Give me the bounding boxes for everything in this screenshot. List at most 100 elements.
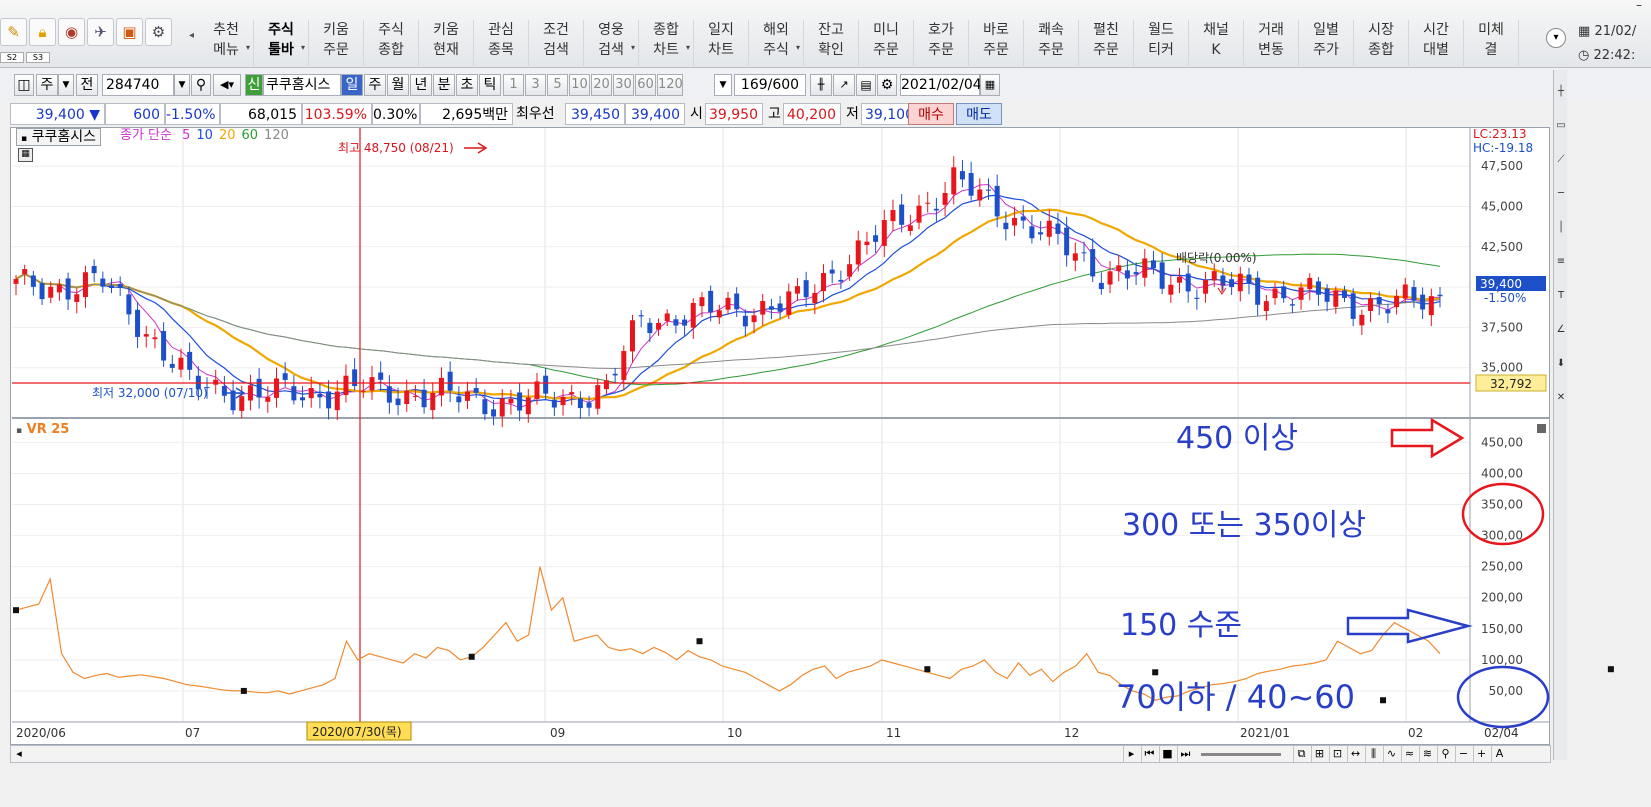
count-input[interactable]: 169/600 (734, 74, 806, 96)
wave3-icon[interactable]: ≋ (1419, 746, 1435, 762)
delete-tool-icon[interactable]: ✕ (1554, 386, 1568, 410)
interval-button-4[interactable]: 20 (591, 74, 612, 96)
period-button-4[interactable]: 분 (433, 74, 455, 96)
lock-icon[interactable]: 🔒︎ (29, 18, 56, 46)
bars-icon[interactable]: ⫼ (1365, 746, 1381, 762)
zoom-search-icon[interactable]: ⚲ (1437, 746, 1453, 762)
text-tool-icon[interactable]: T (1554, 284, 1568, 308)
play-icon[interactable]: ▸ (1123, 746, 1139, 762)
trend-tool-icon[interactable]: ⟋ (1554, 148, 1568, 172)
sell-button[interactable]: 매도 (956, 103, 1002, 125)
vline-tool-icon[interactable]: │ (1554, 216, 1568, 240)
settings-icon[interactable]: ⚙ (877, 74, 897, 96)
menu-item-6[interactable]: 조건 검색 (529, 20, 584, 66)
stop-icon[interactable]: ■ (1159, 746, 1175, 762)
code-dropdown-icon[interactable]: ▼ (174, 74, 190, 96)
zoom-tool-icon[interactable]: ▭ (1554, 114, 1568, 138)
hline-tool-icon[interactable]: ─ (1554, 182, 1568, 206)
mode-dropdown-icon[interactable]: ▼ (58, 74, 74, 96)
period-button-1[interactable]: 주 (364, 74, 386, 96)
compare-icon[interactable]: ⧉ (1293, 746, 1309, 762)
chart-scrollbar[interactable]: ◂ ▸ ⏮ ■ ⏭ ⧉ ⊞ ⊡ ↔ ⫼ ∿ ≈ ≋ ⚲ − + A (10, 745, 1551, 763)
menu-item-23[interactable]: 미체 결 (1464, 20, 1519, 66)
period-button-3[interactable]: 년 (410, 74, 432, 96)
scroll-left-icon[interactable]: ◂ (11, 746, 27, 762)
chart-area[interactable] (10, 127, 1550, 745)
interval-button-1[interactable]: 3 (525, 74, 546, 96)
period-button-5[interactable]: 초 (456, 74, 478, 96)
fib-tool-icon[interactable]: ≡ (1554, 250, 1568, 274)
zoom-out-icon[interactable]: − (1455, 746, 1471, 762)
menu-item-4[interactable]: 키움 현재 (419, 20, 474, 66)
interval-button-6[interactable]: 60 (635, 74, 656, 96)
menu-scroll-left-icon[interactable]: ◂ (189, 30, 194, 41)
date-input[interactable]: 2021/02/04 (900, 74, 982, 96)
candle-style-icon[interactable]: ╫ (810, 74, 832, 96)
interval-button-2[interactable]: 5 (547, 74, 568, 96)
ma-period-3[interactable]: 60 (242, 128, 259, 143)
sound-icon[interactable]: ◀▾ (213, 74, 241, 96)
zoom-slider[interactable] (1201, 753, 1281, 756)
minimize-button[interactable]: – (1628, 0, 1650, 14)
interval-button-7[interactable]: 120 (657, 74, 683, 96)
interval-button-3[interactable]: 10 (569, 74, 590, 96)
ma-period-1[interactable]: 10 (196, 128, 213, 143)
save-icon[interactable]: ▤ (856, 74, 876, 96)
split-icon[interactable]: ⊞ (1311, 746, 1327, 762)
menu-item-17[interactable]: 월드 티커 (1134, 20, 1189, 66)
pin-icon[interactable]: ✈ (87, 18, 114, 46)
ma-legend[interactable]: 종가 단순 5 10 20 60 120 (120, 128, 295, 144)
pencil-icon[interactable]: ✎ (0, 18, 27, 46)
count-select[interactable]: ▼ (714, 74, 732, 96)
menu-more-icon[interactable]: ▾ (1546, 28, 1566, 48)
menu-item-11[interactable]: 잔고 확인 (804, 20, 859, 66)
indicator-icon[interactable]: ↗ (833, 74, 855, 96)
menu-item-1[interactable]: 주식 툴바 ▾ (254, 20, 309, 66)
market-select[interactable]: 전 (76, 74, 98, 96)
arrow-tool-icon[interactable]: ⬇ (1554, 352, 1568, 376)
menu-item-2[interactable]: 키움 주문 (309, 20, 364, 66)
menu-item-16[interactable]: 펼친 주문 (1079, 20, 1134, 66)
crosshair-tool-icon[interactable]: ┼ (1554, 80, 1568, 104)
mode-select[interactable]: 주 (36, 74, 58, 96)
period-button-6[interactable]: 틱 (479, 74, 501, 96)
menu-item-0[interactable]: 추천 메뉴 ▾ (199, 20, 254, 66)
menu-item-20[interactable]: 일별 주가 (1299, 20, 1354, 66)
menu-item-22[interactable]: 시간 대별 (1409, 20, 1464, 66)
gear-icon[interactable]: ⚙ (145, 18, 172, 46)
ma-period-2[interactable]: 20 (219, 128, 236, 143)
menu-item-19[interactable]: 거래 변동 (1244, 20, 1299, 66)
menu-item-13[interactable]: 호가 주문 (914, 20, 969, 66)
menu-item-21[interactable]: 시장 종합 (1354, 20, 1409, 66)
grid-toggle-icon[interactable]: ▦ (18, 148, 33, 162)
menu-item-12[interactable]: 미니 주문 (859, 20, 914, 66)
layout-icon[interactable]: ◫ (14, 74, 34, 96)
menu-item-7[interactable]: 영웅 검색 ▾ (584, 20, 639, 66)
fit-icon[interactable]: ↔ (1347, 746, 1363, 762)
measure-icon[interactable]: ⊡ (1329, 746, 1345, 762)
search-icon[interactable]: ⚲ (191, 74, 211, 96)
stock-code-input[interactable]: 284740 (102, 74, 174, 96)
camera-icon[interactable]: ◉ (58, 18, 85, 46)
presentation-icon[interactable]: ▣ (116, 18, 143, 46)
font-size-icon[interactable]: A (1491, 746, 1507, 762)
menu-item-14[interactable]: 바로 주문 (969, 20, 1024, 66)
rewind-icon[interactable]: ⏮ (1141, 746, 1157, 762)
menu-item-10[interactable]: 해외 주식 ▾ (749, 20, 804, 66)
angle-tool-icon[interactable]: ∠ (1554, 318, 1568, 342)
vr-legend[interactable]: ▪ VR 25 (16, 422, 69, 437)
mini-tab-s2[interactable]: S2 (0, 52, 24, 63)
stock-legend[interactable]: ▪ 쿠쿠홈시스 (16, 128, 101, 146)
menu-item-18[interactable]: 채널 K (1189, 20, 1244, 66)
menu-item-15[interactable]: 쾌속 주문 (1024, 20, 1079, 66)
menu-item-9[interactable]: 일지 차트 (694, 20, 749, 66)
calendar-button-icon[interactable]: ▦ (980, 74, 1000, 96)
menu-item-5[interactable]: 관심 종목 (474, 20, 529, 66)
ma-period-4[interactable]: 120 (264, 128, 289, 143)
menu-item-8[interactable]: 종합 차트 ▾ (639, 20, 694, 66)
wave-icon[interactable]: ∿ (1383, 746, 1399, 762)
wave2-icon[interactable]: ≈ (1401, 746, 1417, 762)
mini-tab-s3[interactable]: S3 (26, 52, 50, 63)
interval-button-0[interactable]: 1 (503, 74, 524, 96)
forward-icon[interactable]: ⏭ (1177, 746, 1193, 762)
